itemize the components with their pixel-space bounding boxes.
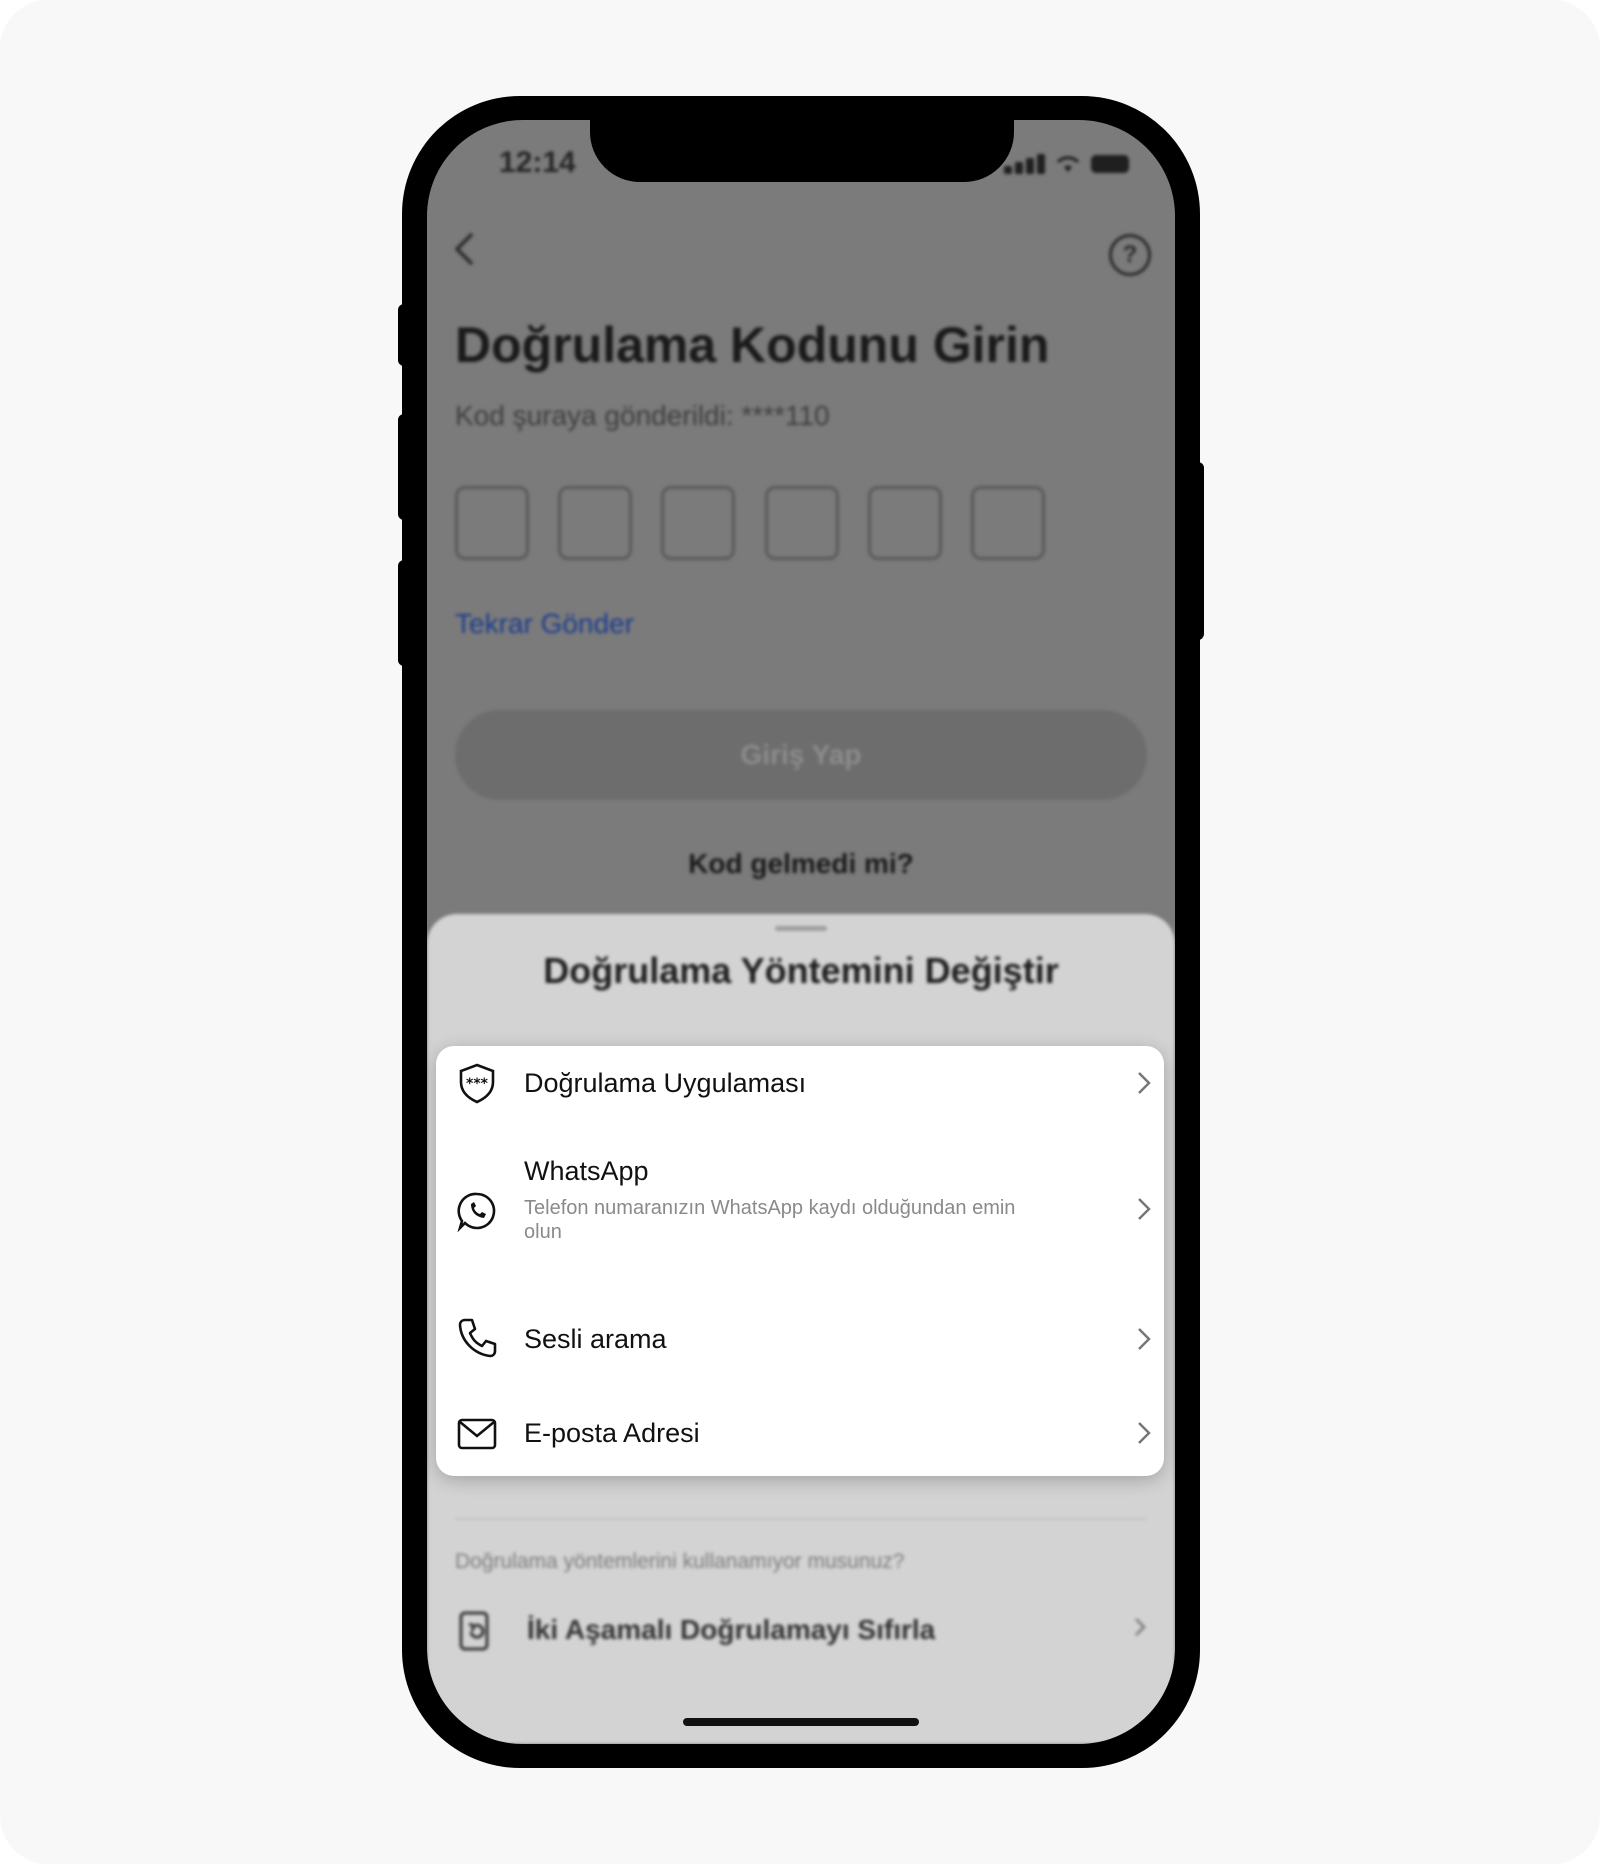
battery-icon bbox=[1091, 155, 1129, 173]
wifi-icon bbox=[1056, 156, 1080, 172]
method-email[interactable]: E-posta Adresi bbox=[436, 1388, 1164, 1476]
login-button[interactable]: Giriş Yap bbox=[455, 710, 1147, 800]
mute-switch bbox=[398, 304, 410, 366]
chevron-right-icon bbox=[1138, 1198, 1151, 1220]
phone-notch bbox=[590, 96, 1014, 182]
status-time: 12:14 bbox=[499, 146, 576, 179]
method-whatsapp[interactable]: WhatsApp Telefon numaranızın WhatsApp ka… bbox=[436, 1122, 1164, 1300]
otp-digit-3[interactable] bbox=[661, 486, 735, 560]
method-description: Telefon numaranızın WhatsApp kaydı olduğ… bbox=[524, 1197, 1016, 1243]
chevron-right-icon bbox=[1138, 1072, 1151, 1094]
reset-2fa-icon bbox=[459, 1611, 489, 1651]
otp-digit-2[interactable] bbox=[558, 486, 632, 560]
chevron-right-icon bbox=[1135, 1618, 1146, 1636]
sheet-handle[interactable] bbox=[775, 926, 827, 931]
page-subtitle: Kod şuraya gönderildi: ****110 bbox=[455, 400, 830, 431]
chevron-right-icon bbox=[1138, 1328, 1151, 1350]
resend-link[interactable]: Tekrar Gönder bbox=[455, 608, 634, 640]
shield-password-icon: *** bbox=[459, 1063, 495, 1104]
method-label: WhatsApp bbox=[524, 1156, 649, 1186]
verification-methods-menu: *** Doğrulama Uygulaması WhatsApp Telefo… bbox=[436, 1046, 1164, 1476]
reset-2fa-option[interactable]: İki Aşamalı Doğrulamayı Sıfırla bbox=[527, 1614, 935, 1646]
sheet-hint: Doğrulama yöntemlerini kullanamıyor musu… bbox=[455, 1550, 905, 1573]
otp-digit-6[interactable] bbox=[971, 486, 1045, 560]
sheet-title: Doğrulama Yöntemini Değiştir bbox=[543, 950, 1059, 991]
otp-digit-5[interactable] bbox=[868, 486, 942, 560]
power-button bbox=[1192, 462, 1204, 640]
chevron-right-icon bbox=[1138, 1422, 1151, 1444]
method-label: E-posta Adresi bbox=[524, 1418, 700, 1448]
otp-digit-1[interactable] bbox=[455, 486, 529, 560]
phone-screen: 12:14 ? Doğrulama Kodunu Girin Kod şuray… bbox=[427, 120, 1175, 1744]
method-label: Doğrulama Uygulaması bbox=[524, 1068, 807, 1098]
sheet-divider bbox=[455, 1518, 1147, 1520]
back-icon[interactable] bbox=[453, 228, 475, 278]
phone-icon bbox=[458, 1318, 497, 1358]
volume-up-button bbox=[398, 414, 410, 520]
svg-text:***: *** bbox=[466, 1076, 489, 1092]
background-page: 12:14 ? Doğrulama Kodunu Girin Kod şuray… bbox=[427, 120, 1175, 1744]
help-icon[interactable]: ? bbox=[1109, 234, 1151, 276]
whatsapp-icon bbox=[457, 1192, 496, 1232]
volume-down-button bbox=[398, 560, 410, 666]
otp-digit-4[interactable] bbox=[765, 486, 839, 560]
page-title: Doğrulama Kodunu Girin bbox=[455, 317, 1050, 373]
no-code-link[interactable]: Kod gelmedi mi? bbox=[427, 848, 1175, 880]
home-indicator bbox=[683, 1718, 919, 1726]
signal-icon bbox=[1004, 154, 1045, 174]
method-authenticator-app[interactable]: *** Doğrulama Uygulaması bbox=[436, 1046, 1164, 1122]
status-icons bbox=[1004, 154, 1129, 174]
method-voice-call[interactable]: Sesli arama bbox=[436, 1300, 1164, 1388]
mail-icon bbox=[457, 1418, 497, 1450]
method-label: Sesli arama bbox=[524, 1324, 667, 1354]
